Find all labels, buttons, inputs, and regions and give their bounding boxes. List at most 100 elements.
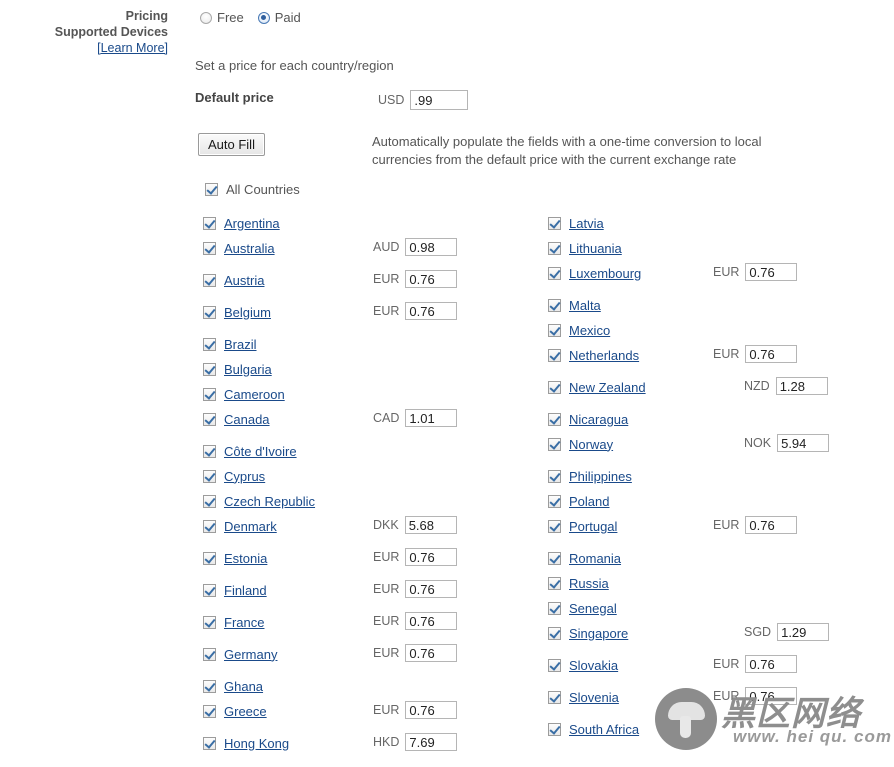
country-link[interactable]: Hong Kong (224, 736, 289, 751)
pricing-mode-option-paid[interactable]: Paid (257, 10, 301, 25)
country-checkbox[interactable] (548, 469, 561, 483)
country-link[interactable]: Singapore (569, 626, 628, 641)
country-price-cell[interactable]: EUR (373, 548, 458, 566)
country-link[interactable]: Cyprus (224, 469, 265, 484)
country-checkbox[interactable] (203, 305, 216, 319)
country-link[interactable]: Germany (224, 647, 277, 662)
country-price-cell[interactable]: EUR (713, 687, 798, 705)
country-checkbox[interactable] (548, 266, 561, 280)
country-checkbox[interactable] (548, 576, 561, 590)
country-price-cell[interactable]: EUR (713, 516, 798, 534)
country-checkbox[interactable] (548, 348, 561, 362)
country-checkbox[interactable] (548, 323, 561, 337)
country-checkbox[interactable] (203, 583, 216, 597)
country-price-cell[interactable]: EUR (713, 263, 798, 281)
country-price-input[interactable] (777, 623, 830, 641)
country-link[interactable]: Côte d'Ivoire (224, 444, 297, 459)
country-price-input[interactable] (745, 655, 798, 673)
country-price-cell[interactable]: HKD (373, 733, 458, 751)
country-link[interactable]: Portugal (569, 519, 617, 534)
country-price-input[interactable] (405, 238, 458, 256)
country-link[interactable]: New Zealand (569, 380, 646, 395)
country-price-input[interactable] (405, 612, 458, 630)
country-price-cell[interactable]: EUR (373, 644, 458, 662)
country-price-cell[interactable]: NOK (744, 434, 830, 452)
country-price-cell[interactable]: EUR (373, 701, 458, 719)
auto-fill-button[interactable]: Auto Fill (198, 133, 265, 156)
country-checkbox[interactable] (203, 387, 216, 401)
country-price-input[interactable] (405, 270, 458, 288)
country-checkbox[interactable] (548, 551, 561, 565)
country-link[interactable]: Denmark (224, 519, 277, 534)
country-link[interactable]: Latvia (569, 216, 604, 231)
pricing-mode-option-free[interactable]: Free (200, 10, 244, 25)
country-price-input[interactable] (745, 687, 798, 705)
country-link[interactable]: France (224, 615, 264, 630)
country-price-input[interactable] (777, 434, 830, 452)
country-link[interactable]: Bulgaria (224, 362, 272, 377)
country-link[interactable]: Austria (224, 273, 264, 288)
country-price-cell[interactable]: NZD (744, 377, 828, 395)
country-checkbox[interactable] (548, 626, 561, 640)
country-link[interactable]: Estonia (224, 551, 267, 566)
country-price-cell[interactable]: EUR (373, 612, 458, 630)
country-link[interactable]: Luxembourg (569, 266, 641, 281)
country-price-input[interactable] (405, 644, 458, 662)
country-checkbox[interactable] (203, 704, 216, 718)
country-link[interactable]: Czech Republic (224, 494, 315, 509)
country-link[interactable]: Nicaragua (569, 412, 628, 427)
radio-free-icon[interactable] (200, 11, 212, 24)
country-checkbox[interactable] (548, 241, 561, 255)
country-checkbox[interactable] (203, 469, 216, 483)
country-price-input[interactable] (405, 548, 458, 566)
country-checkbox[interactable] (203, 216, 216, 230)
country-checkbox[interactable] (548, 722, 561, 736)
country-checkbox[interactable] (203, 736, 216, 750)
country-link[interactable]: Greece (224, 704, 267, 719)
country-price-cell[interactable]: EUR (373, 580, 458, 598)
country-price-input[interactable] (405, 733, 458, 751)
country-link[interactable]: Brazil (224, 337, 257, 352)
country-link[interactable]: Philippines (569, 469, 632, 484)
country-checkbox[interactable] (203, 494, 216, 508)
country-link[interactable]: Norway (569, 437, 613, 452)
country-checkbox[interactable] (548, 519, 561, 533)
country-checkbox[interactable] (548, 437, 561, 451)
country-checkbox[interactable] (203, 551, 216, 565)
country-price-input[interactable] (745, 345, 798, 363)
country-link[interactable]: Australia (224, 241, 275, 256)
country-checkbox[interactable] (548, 690, 561, 704)
country-price-input[interactable] (405, 409, 458, 427)
country-price-cell[interactable]: EUR (713, 655, 798, 673)
country-link[interactable]: Belgium (224, 305, 271, 320)
country-price-input[interactable] (405, 701, 458, 719)
country-price-input[interactable] (775, 377, 828, 395)
country-price-input[interactable] (405, 302, 458, 320)
country-link[interactable]: Netherlands (569, 348, 639, 363)
country-checkbox[interactable] (548, 494, 561, 508)
all-countries-row[interactable]: All Countries (205, 182, 300, 197)
country-checkbox[interactable] (203, 679, 216, 693)
country-link[interactable]: South Africa (569, 722, 639, 737)
country-checkbox[interactable] (548, 298, 561, 312)
country-checkbox[interactable] (203, 647, 216, 661)
learn-more-link[interactable]: [Learn More] (0, 40, 168, 56)
country-link[interactable]: Senegal (569, 601, 617, 616)
country-link[interactable]: Finland (224, 583, 267, 598)
country-checkbox[interactable] (548, 601, 561, 615)
country-price-input[interactable] (405, 580, 458, 598)
country-price-input[interactable] (745, 516, 798, 534)
country-checkbox[interactable] (203, 241, 216, 255)
country-checkbox[interactable] (203, 615, 216, 629)
country-link[interactable]: Slovakia (569, 658, 618, 673)
country-link[interactable]: Canada (224, 412, 270, 427)
country-link[interactable]: Argentina (224, 216, 280, 231)
country-link[interactable]: Lithuania (569, 241, 622, 256)
all-countries-checkbox[interactable] (205, 183, 218, 196)
country-checkbox[interactable] (548, 216, 561, 230)
country-checkbox[interactable] (548, 412, 561, 426)
country-price-cell[interactable]: EUR (373, 270, 458, 288)
country-link[interactable]: Cameroon (224, 387, 285, 402)
country-link[interactable]: Malta (569, 298, 601, 313)
country-price-cell[interactable]: AUD (373, 238, 458, 256)
